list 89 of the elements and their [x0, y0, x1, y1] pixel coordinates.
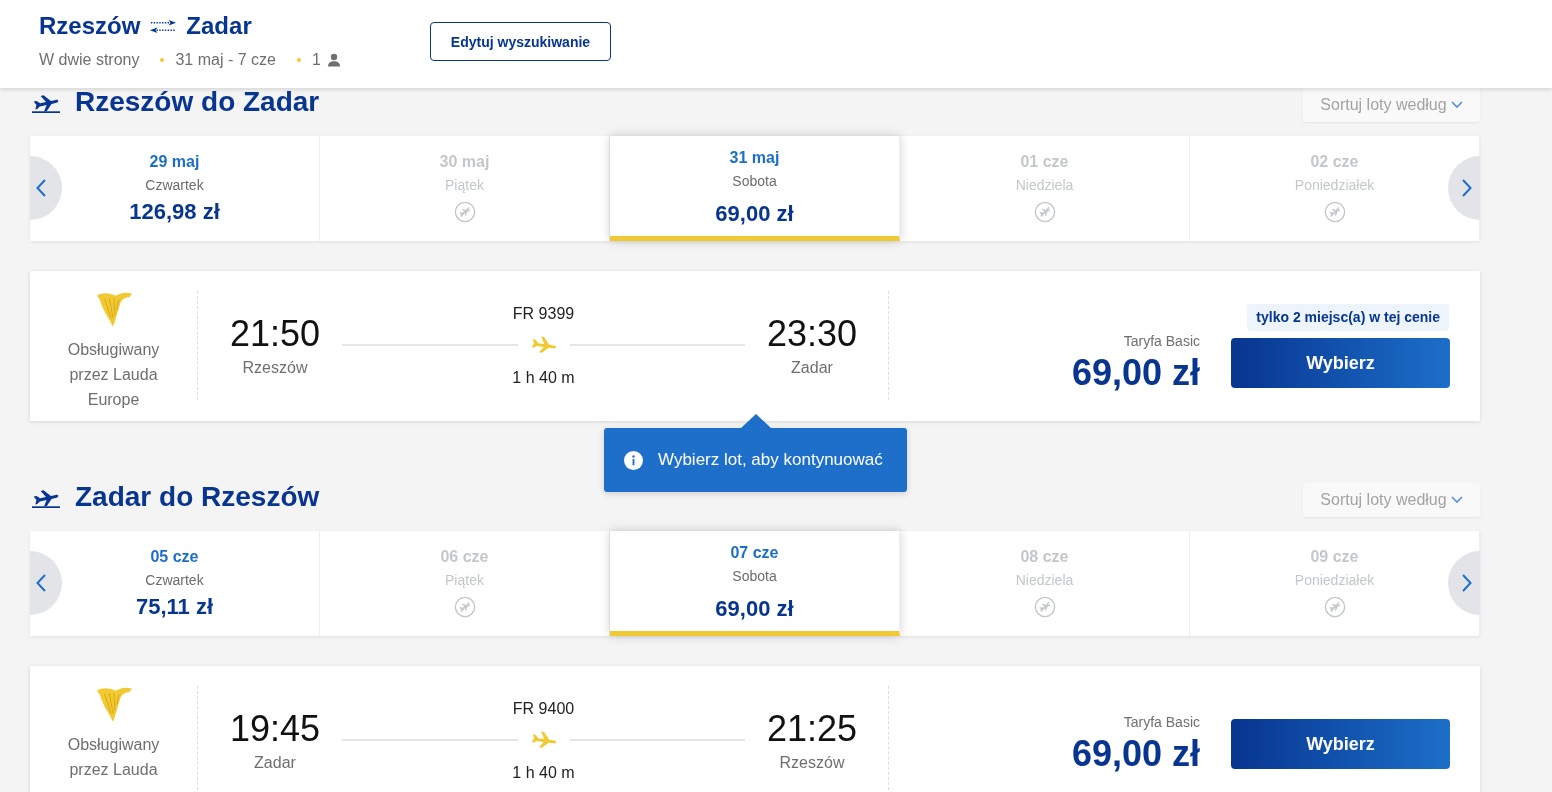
- section-title: Zadar do Rzeszów: [75, 483, 320, 511]
- date-tab[interactable]: 08 cze Niedziela: [900, 531, 1190, 636]
- departure-city: Rzeszów: [242, 358, 308, 378]
- tooltip-text: Wybierz lot, aby kontynuować: [658, 450, 883, 470]
- date-label: 30 maj: [439, 152, 490, 172]
- weekday-label: Piątek: [445, 176, 484, 194]
- date-label: 08 cze: [1020, 547, 1069, 567]
- departure-time: 19:45: [229, 709, 321, 749]
- weekday-label: Poniedziałek: [1294, 571, 1375, 589]
- price-label: 126,98 zł: [129, 198, 220, 226]
- date-tab[interactable]: 31 maj Sobota 69,00 zł: [610, 136, 900, 241]
- fare-name: Taryfa Basic: [1123, 713, 1200, 731]
- sort-dropdown[interactable]: Sortuj loty według: [1303, 88, 1480, 122]
- round-trip-icon: [149, 18, 178, 34]
- price-label: 69,00 zł: [715, 595, 794, 623]
- no-flights-icon: [1033, 201, 1056, 223]
- plane-icon: [529, 731, 558, 749]
- date-label: 07 cze: [730, 543, 779, 563]
- date-label: 31 maj: [729, 148, 780, 168]
- date-tab[interactable]: 05 cze Czwartek 75,11 zł: [30, 531, 320, 636]
- passenger-count: 1: [311, 51, 321, 69]
- select-button[interactable]: Wybierz: [1231, 338, 1450, 388]
- date-label: 05 cze: [150, 547, 199, 567]
- date-label: 02 cze: [1310, 152, 1359, 172]
- flight-number: FR 9399: [512, 304, 575, 324]
- weekday-label: Niedziela: [1015, 571, 1074, 589]
- info-icon: [624, 450, 643, 470]
- harp-icon: [94, 685, 133, 723]
- plane-icon: [529, 336, 558, 354]
- arrival-time: 21:25: [766, 709, 858, 749]
- person-icon: [326, 53, 341, 67]
- seats-left-notice: tylko 2 miejsc(a) w tej cenie: [1247, 304, 1449, 331]
- date-label: 29 maj: [149, 152, 200, 172]
- destination-city: Zadar: [186, 12, 252, 40]
- dot-icon: [160, 58, 165, 62]
- weekday-label: Piątek: [445, 571, 484, 589]
- section-title: Rzeszów do Zadar: [75, 88, 320, 116]
- flight-duration: 1 h 40 m: [512, 763, 575, 783]
- plane-icon: [32, 488, 60, 508]
- no-flights-icon: [453, 596, 476, 618]
- weekday-label: Niedziela: [1015, 176, 1074, 194]
- weekday-label: Czwartek: [145, 571, 204, 589]
- arrival-city: Zadar: [791, 358, 833, 378]
- date-label: 01 cze: [1020, 152, 1069, 172]
- chevron-right-icon: [1462, 574, 1472, 592]
- sort-dropdown[interactable]: Sortuj loty według: [1303, 483, 1480, 517]
- flight-duration: 1 h 40 m: [512, 368, 575, 388]
- arrival-city: Rzeszów: [779, 753, 845, 773]
- date-tab[interactable]: 06 cze Piątek: [320, 531, 610, 636]
- arrival-time: 23:30: [766, 314, 858, 354]
- fare-price: 69,00 zł: [1071, 353, 1200, 393]
- weekday-label: Czwartek: [145, 176, 204, 194]
- chevron-left-icon: [36, 574, 46, 592]
- harp-icon: [94, 290, 133, 328]
- chevron-down-icon: [1450, 101, 1463, 109]
- dot-icon: [296, 58, 301, 62]
- price-label: 75,11 zł: [135, 593, 214, 621]
- travel-dates: 31 maj - 7 cze: [175, 51, 276, 69]
- no-flights-icon: [1323, 201, 1346, 223]
- date-tab[interactable]: 02 cze Poniedziałek: [1190, 136, 1480, 241]
- date-tab[interactable]: 30 maj Piątek: [320, 136, 610, 241]
- weekday-label: Poniedziałek: [1294, 176, 1375, 194]
- date-tab[interactable]: 01 cze Niedziela: [900, 136, 1190, 241]
- fare-price: 69,00 zł: [1071, 734, 1200, 774]
- chevron-right-icon: [1462, 179, 1472, 197]
- no-flights-icon: [453, 201, 476, 223]
- weekday-label: Sobota: [732, 567, 777, 585]
- date-tab[interactable]: 09 cze Poniedziałek: [1190, 531, 1480, 636]
- fare-name: Taryfa Basic: [1123, 332, 1200, 350]
- operator-label: Obsługiwany przez Lauda Europe: [66, 340, 161, 410]
- edit-search-button[interactable]: Edytuj wyszukiwanie: [430, 22, 611, 61]
- weekday-label: Sobota: [732, 172, 777, 190]
- date-tab[interactable]: 07 cze Sobota 69,00 zł: [610, 531, 900, 636]
- chevron-left-icon: [36, 179, 46, 197]
- trip-type: W dwie strony: [39, 51, 140, 69]
- select-button[interactable]: Wybierz: [1231, 719, 1450, 769]
- operator-label: Obsługiwany przez Lauda: [66, 735, 161, 780]
- origin-city: Rzeszów: [39, 12, 141, 40]
- no-flights-icon: [1323, 596, 1346, 618]
- plane-icon: [32, 93, 60, 113]
- flight-number: FR 9400: [512, 699, 575, 719]
- price-label: 69,00 zł: [715, 200, 794, 228]
- chevron-down-icon: [1450, 496, 1463, 504]
- no-flights-icon: [1033, 596, 1056, 618]
- date-label: 09 cze: [1310, 547, 1359, 567]
- date-label: 06 cze: [440, 547, 489, 567]
- departure-time: 21:50: [229, 314, 321, 354]
- departure-city: Zadar: [254, 753, 296, 773]
- date-tab[interactable]: 29 maj Czwartek 126,98 zł: [30, 136, 320, 241]
